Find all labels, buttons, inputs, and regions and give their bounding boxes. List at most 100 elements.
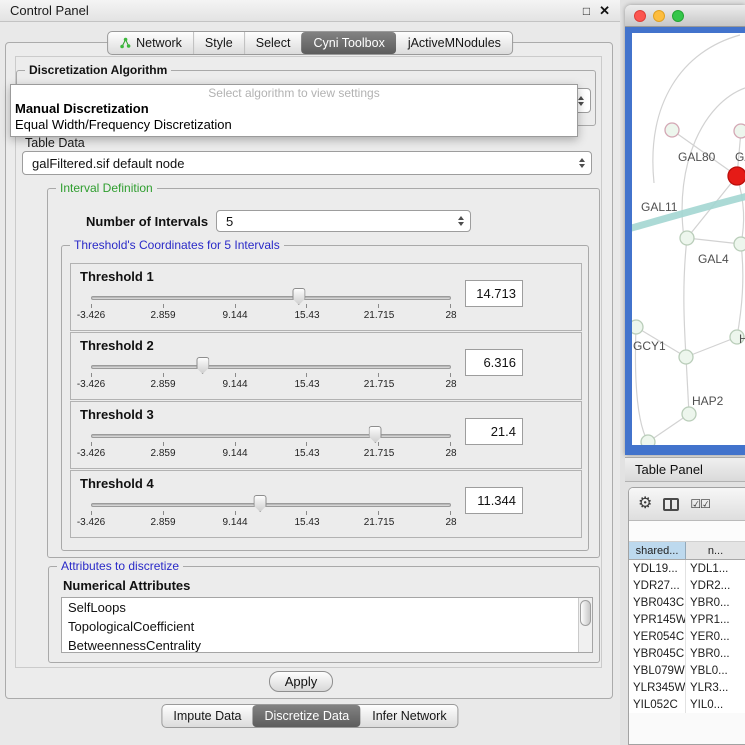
- tab-label: Impute Data: [173, 709, 241, 723]
- dropdown-placeholder-item[interactable]: Select algorithm to view settings: [11, 86, 577, 101]
- close-traffic-light-icon[interactable]: [634, 10, 646, 22]
- list-item[interactable]: BetweennessCentrality: [62, 636, 592, 653]
- tab-jactivemnodules[interactable]: jActiveMNodules: [396, 32, 512, 54]
- cell-name[interactable]: YPR1...: [686, 611, 745, 628]
- cell-shared-name[interactable]: YLR345W: [629, 679, 686, 696]
- table-data-combobox[interactable]: galFiltered.sif default node: [22, 151, 592, 175]
- cell-name[interactable]: YER0...: [686, 628, 745, 645]
- network-window-titlebar[interactable]: [625, 5, 745, 27]
- threshold-2-value-field[interactable]: 6.316: [465, 349, 523, 376]
- selected-red-node[interactable]: [728, 167, 745, 185]
- dropdown-option-equal-width-frequency[interactable]: Equal Width/Frequency Discretization: [11, 117, 577, 133]
- node[interactable]: [734, 237, 745, 251]
- cell-name[interactable]: YDR2...: [686, 577, 745, 594]
- threshold-4-value-field[interactable]: 11.344: [465, 487, 523, 514]
- threshold-1-slider[interactable]: -3.426 2.859 9.144 15.43 21.715 28: [91, 284, 451, 330]
- threshold-1-value-field[interactable]: 14.713: [465, 280, 523, 307]
- node[interactable]: [679, 350, 693, 364]
- threshold-4-slider[interactable]: -3.426 2.859 9.144 15.43 21.715 28: [91, 491, 451, 537]
- slider-thumb[interactable]: [292, 288, 305, 305]
- list-item[interactable]: SelfLoops: [62, 598, 592, 617]
- tab-style[interactable]: Style: [193, 32, 244, 54]
- dropdown-option-manual-discretization[interactable]: Manual Discretization: [11, 101, 577, 117]
- cell-name[interactable]: YBR0...: [686, 594, 745, 611]
- gear-icon[interactable]: ⚙: [638, 496, 652, 512]
- table-header-row: shared... n...: [629, 542, 745, 560]
- cell-shared-name[interactable]: YBL079W: [629, 662, 686, 679]
- table-row[interactable]: YER054C YER0...: [629, 628, 745, 645]
- tick-label: 2.859: [150, 310, 175, 321]
- cell-shared-name[interactable]: YIL052C: [629, 696, 686, 713]
- node-labels: GAL80 GA GAL11 GAL4 GCY1 H HAP2: [633, 150, 745, 408]
- slider-track[interactable]: [91, 503, 451, 507]
- cell-name[interactable]: YLR3...: [686, 679, 745, 696]
- cell-name[interactable]: YIL0...: [686, 696, 745, 713]
- network-canvas-wrap: GAL80 GA GAL11 GAL4 GCY1 H HAP2: [632, 33, 745, 445]
- table-toolbar-spacer: [629, 521, 745, 542]
- cell-shared-name[interactable]: YDL19...: [629, 560, 686, 577]
- tick-label: 9.144: [222, 517, 247, 528]
- list-item[interactable]: TopologicalCoefficient: [62, 617, 592, 636]
- apply-button[interactable]: Apply: [269, 671, 333, 692]
- table-row[interactable]: YDL19... YDL1...: [629, 560, 745, 577]
- node[interactable]: [734, 124, 745, 138]
- table-data-label: Table Data: [25, 136, 85, 150]
- column-header-shared-name[interactable]: shared...: [629, 542, 686, 559]
- slider-thumb[interactable]: [196, 357, 209, 374]
- tick-label: 21.715: [364, 448, 395, 459]
- table-row[interactable]: YBR043C YBR0...: [629, 594, 745, 611]
- table-row[interactable]: YLR345W YLR3...: [629, 679, 745, 696]
- slider-track[interactable]: [91, 365, 451, 369]
- tab-infer-network[interactable]: Infer Network: [360, 705, 457, 727]
- node[interactable]: [682, 407, 696, 421]
- zoom-traffic-light-icon[interactable]: [672, 10, 684, 22]
- cell-name[interactable]: YBR0...: [686, 645, 745, 662]
- slider-track[interactable]: [91, 434, 451, 438]
- cell-shared-name[interactable]: YBR043C: [629, 594, 686, 611]
- cell-name[interactable]: YBL0...: [686, 662, 745, 679]
- numerical-attributes-label: Numerical Attributes: [63, 578, 190, 593]
- threshold-3-slider[interactable]: -3.426 2.859 9.144 15.43 21.715 28: [91, 422, 451, 468]
- slider-track[interactable]: [91, 296, 451, 300]
- cell-shared-name[interactable]: YBR045C: [629, 645, 686, 662]
- table-row[interactable]: YBR045C YBR0...: [629, 645, 745, 662]
- tab-network[interactable]: Network: [108, 32, 193, 54]
- tick-label: 21.715: [364, 379, 395, 390]
- threshold-3-label: Threshold 3: [80, 407, 154, 422]
- column-header-name[interactable]: n...: [686, 542, 745, 559]
- tab-label: jActiveMNodules: [408, 36, 501, 50]
- slider-thumb[interactable]: [369, 426, 382, 443]
- cell-shared-name[interactable]: YER054C: [629, 628, 686, 645]
- node[interactable]: [680, 231, 694, 245]
- node[interactable]: [665, 123, 679, 137]
- num-intervals-combobox[interactable]: 5: [216, 210, 471, 232]
- table-row[interactable]: YDR27... YDR2...: [629, 577, 745, 594]
- float-window-icon[interactable]: □: [583, 4, 590, 18]
- tab-cyni-toolbox[interactable]: Cyni Toolbox: [301, 32, 395, 54]
- threshold-2-slider[interactable]: -3.426 2.859 9.144 15.43 21.715 28: [91, 353, 451, 399]
- node[interactable]: [641, 435, 655, 445]
- table-row[interactable]: YPR145W YPR1...: [629, 611, 745, 628]
- close-panel-icon[interactable]: ✕: [599, 3, 610, 19]
- cell-name[interactable]: YDL1...: [686, 560, 745, 577]
- table-row[interactable]: YIL052C YIL0...: [629, 696, 745, 713]
- select-columns-icon[interactable]: ☑☑: [690, 498, 710, 510]
- network-canvas[interactable]: GAL80 GA GAL11 GAL4 GCY1 H HAP2: [632, 33, 745, 445]
- minimize-traffic-light-icon[interactable]: [653, 10, 665, 22]
- tab-select[interactable]: Select: [244, 32, 302, 54]
- slider-thumb[interactable]: [254, 495, 267, 512]
- node[interactable]: [632, 320, 643, 334]
- table-row[interactable]: YBL079W YBL0...: [629, 662, 745, 679]
- cell-shared-name[interactable]: YDR27...: [629, 577, 686, 594]
- scrollbar-thumb[interactable]: [580, 600, 591, 626]
- threshold-3-value-field[interactable]: 21.4: [465, 418, 523, 445]
- list-scrollbar[interactable]: [578, 598, 592, 652]
- num-intervals-value: 5: [226, 214, 233, 229]
- tab-discretize-data[interactable]: Discretize Data: [253, 705, 361, 727]
- tab-impute-data[interactable]: Impute Data: [162, 705, 252, 727]
- cell-shared-name[interactable]: YPR145W: [629, 611, 686, 628]
- algorithm-dropdown-list: Select algorithm to view settings Manual…: [10, 84, 578, 137]
- slider-tick-marks: [91, 304, 451, 308]
- table-toolbar: ⚙ ☑☑: [629, 488, 745, 521]
- columns-icon[interactable]: [663, 498, 679, 511]
